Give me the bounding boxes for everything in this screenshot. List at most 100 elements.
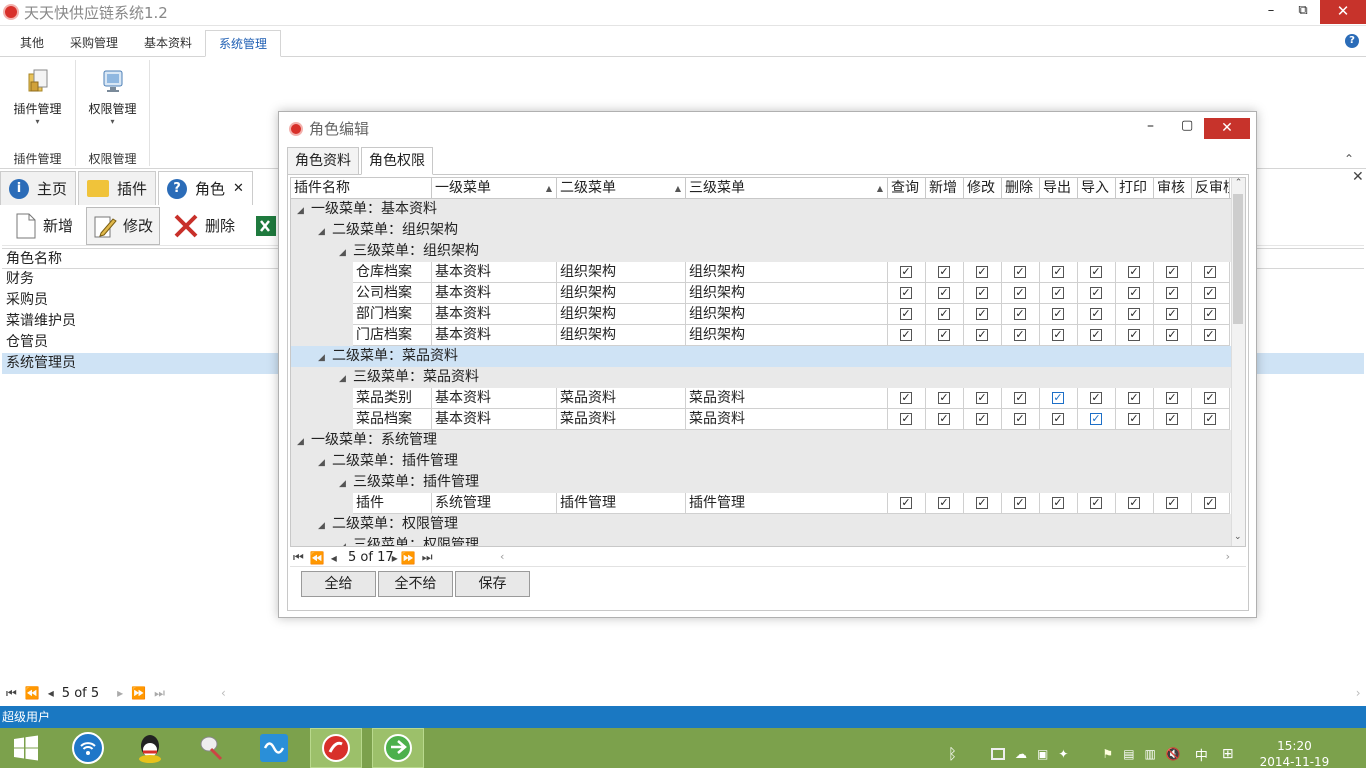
column-header[interactable]: 一级菜单 ▲	[432, 178, 557, 199]
permission-checkbox[interactable]: ✓	[976, 392, 988, 404]
collapse-triangle-icon[interactable]: ◢	[318, 222, 332, 242]
table-row[interactable]: 插件 系统管理 插件管理 插件管理 ✓ ✓ ✓ ✓ ✓ ✓ ✓ ✓ ✓	[291, 493, 1231, 514]
group-row[interactable]: ◢ 三级菜单：权限管理	[291, 535, 1231, 546]
permission-checkbox[interactable]: ✓	[1128, 329, 1140, 341]
column-header[interactable]: 打印	[1116, 178, 1154, 199]
grid-cell[interactable]: 基本资料	[432, 388, 557, 409]
permission-checkbox[interactable]: ✓	[938, 308, 950, 320]
scroll-right-icon[interactable]: ›	[1356, 686, 1361, 700]
collapse-triangle-icon[interactable]: ◢	[339, 537, 353, 546]
permission-checkbox[interactable]: ✓	[1204, 266, 1216, 278]
permission-checkbox[interactable]: ✓	[1128, 413, 1140, 425]
collapse-triangle-icon[interactable]: ◢	[318, 348, 332, 368]
permission-checkbox[interactable]: ✓	[1014, 266, 1026, 278]
permission-checkbox[interactable]: ✓	[938, 392, 950, 404]
tab-role-info[interactable]: 角色资料	[287, 146, 359, 175]
grid-cell[interactable]: 菜品资料	[557, 388, 686, 409]
permission-checkbox[interactable]: ✓	[1014, 497, 1026, 509]
close-tab-icon[interactable]: ✕	[233, 181, 244, 196]
scrollbar-thumb[interactable]	[1233, 194, 1243, 324]
grid-cell[interactable]: 基本资料	[432, 304, 557, 325]
permission-checkbox[interactable]: ✓	[900, 287, 912, 299]
edit-button[interactable]: 修改	[86, 206, 161, 245]
grid-cell[interactable]: 基本资料	[432, 283, 557, 304]
ribbon-tab-system[interactable]: 系统管理	[205, 29, 282, 57]
ribbon-tab-other[interactable]: 其他	[7, 30, 57, 57]
doc-tab-role[interactable]: ? 角色 ✕	[158, 171, 253, 205]
permission-checkbox[interactable]: ✓	[1052, 308, 1064, 320]
permission-checkbox[interactable]: ✓	[1128, 308, 1140, 320]
grid-cell[interactable]: 基本资料	[432, 409, 557, 430]
collapse-triangle-icon[interactable]: ◢	[297, 432, 311, 452]
grid-cell[interactable]: 组织架构	[686, 262, 888, 283]
permission-checkbox[interactable]: ✓	[1204, 308, 1216, 320]
permission-checkbox[interactable]: ✓	[1014, 413, 1026, 425]
delete-button[interactable]: 删除	[166, 207, 242, 245]
prev-page-icon[interactable]: ◂	[331, 551, 337, 565]
permission-checkbox[interactable]: ✓	[1166, 329, 1178, 341]
permission-checkbox[interactable]: ✓	[976, 308, 988, 320]
network-icon[interactable]: ▣	[1037, 747, 1048, 761]
permission-checkbox[interactable]: ✓	[1204, 497, 1216, 509]
scroll-down-icon[interactable]: ⌄	[1234, 532, 1242, 542]
scroll-left-icon[interactable]: ‹	[221, 686, 226, 700]
clock[interactable]: 15:20 2014-11-19	[1260, 738, 1330, 768]
grid-cell[interactable]: 组织架构	[557, 325, 686, 346]
grid-cell[interactable]: 菜品档案	[353, 409, 432, 430]
permission-checkbox[interactable]: ✓	[1128, 266, 1140, 278]
grid-cell[interactable]: 系统管理	[432, 493, 557, 514]
grid-cell[interactable]: 菜品资料	[686, 388, 888, 409]
permission-checkbox[interactable]: ✓	[1128, 497, 1140, 509]
group-row[interactable]: ◢ 二级菜单：权限管理	[291, 514, 1231, 535]
grid-cell[interactable]: 组织架构	[686, 283, 888, 304]
plugin-manage-button[interactable]: 插件管理 ▾	[0, 68, 75, 126]
permission-checkbox[interactable]: ✓	[1052, 497, 1064, 509]
start-icon[interactable]	[0, 728, 52, 768]
column-header[interactable]: 删除	[1002, 178, 1040, 199]
permission-checkbox[interactable]: ✓	[1128, 287, 1140, 299]
ribbon-tab-basic-data[interactable]: 基本资料	[131, 30, 205, 57]
table-row[interactable]: 菜品档案 基本资料 菜品资料 菜品资料 ✓ ✓ ✓ ✓ ✓ ✓ ✓ ✓ ✓	[291, 409, 1231, 430]
tab-role-permission[interactable]: 角色权限	[361, 146, 433, 175]
grid-cell[interactable]: 组织架构	[557, 262, 686, 283]
column-header[interactable]: 审核	[1154, 178, 1192, 199]
ribbon-tab-purchase[interactable]: 采购管理	[57, 30, 131, 57]
grid-cell[interactable]: 组织架构	[686, 325, 888, 346]
grid-cell[interactable]: 组织架构	[557, 304, 686, 325]
next-page-fast-icon[interactable]: ⏩	[401, 551, 416, 565]
dialog-close-button[interactable]: ✕	[1204, 118, 1250, 139]
group-row[interactable]: ◢ 二级菜单：组织架构	[291, 220, 1231, 241]
permission-checkbox[interactable]: ✓	[1052, 392, 1064, 404]
volume-muted-icon[interactable]: 🔇	[1166, 747, 1181, 761]
permission-checkbox[interactable]: ✓	[1052, 287, 1064, 299]
permission-manage-button[interactable]: 权限管理 ▾	[76, 68, 149, 126]
last-page-icon[interactable]: ⏭	[154, 686, 165, 701]
scroll-up-icon[interactable]: ⌃	[1232, 178, 1245, 188]
permission-checkbox[interactable]: ✓	[900, 266, 912, 278]
grid-cell[interactable]: 门店档案	[353, 325, 432, 346]
first-page-icon[interactable]: ⏮	[6, 686, 17, 701]
group-row[interactable]: ◢ 一级菜单：基本资料	[291, 199, 1231, 220]
collapse-triangle-icon[interactable]: ◢	[297, 201, 311, 221]
column-header[interactable]: 插件名称	[291, 178, 432, 199]
permission-checkbox[interactable]: ✓	[938, 266, 950, 278]
permission-checkbox[interactable]: ✓	[938, 497, 950, 509]
last-page-icon[interactable]: ⏭	[422, 550, 433, 565]
prev-page-icon[interactable]: ◂	[48, 686, 54, 700]
collapse-triangle-icon[interactable]: ◢	[318, 453, 332, 473]
cloud-app-icon[interactable]	[248, 728, 300, 768]
grid-cell[interactable]: 插件管理	[686, 493, 888, 514]
permission-checkbox[interactable]: ✓	[900, 413, 912, 425]
grid-cell[interactable]: 基本资料	[432, 325, 557, 346]
column-header[interactable]: 修改	[964, 178, 1002, 199]
collapse-triangle-icon[interactable]: ◢	[339, 243, 353, 263]
permission-checkbox[interactable]: ✓	[1128, 392, 1140, 404]
table-row[interactable]: 门店档案 基本资料 组织架构 组织架构 ✓ ✓ ✓ ✓ ✓ ✓ ✓ ✓ ✓	[291, 325, 1231, 346]
permission-checkbox[interactable]: ✓	[1166, 287, 1178, 299]
group-row[interactable]: ◢ 二级菜单：插件管理	[291, 451, 1231, 472]
close-button[interactable]: ✕	[1320, 0, 1366, 24]
permission-checkbox[interactable]: ✓	[1014, 329, 1026, 341]
permission-checkbox[interactable]: ✓	[1014, 392, 1026, 404]
permission-checkbox[interactable]: ✓	[1204, 329, 1216, 341]
onedrive-icon[interactable]: ☁	[1015, 747, 1027, 761]
